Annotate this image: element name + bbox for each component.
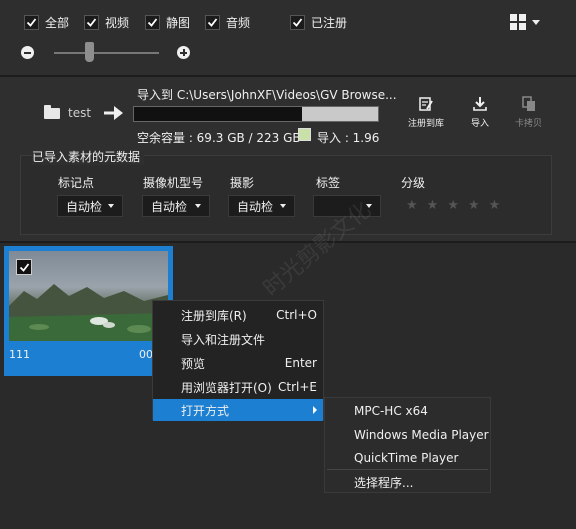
filter-image-label: 静图 xyxy=(166,15,191,30)
filter-registered[interactable]: 已注册 xyxy=(290,12,347,32)
chevron-down-icon xyxy=(280,204,286,208)
filter-audio-checkbox[interactable] xyxy=(205,14,220,30)
menu-item-shortcut: Ctrl+E xyxy=(278,380,317,394)
clip-checkbox[interactable] xyxy=(16,259,32,275)
menu-item-label: 导入和注册文件 xyxy=(181,332,266,347)
filter-image[interactable]: 静图 xyxy=(145,12,190,32)
zoom-out-icon[interactable] xyxy=(21,46,34,59)
grid-view-icon xyxy=(510,14,526,30)
register-to-library-button[interactable]: 注册到库 xyxy=(408,96,444,129)
import-button[interactable]: 导入 xyxy=(471,96,489,129)
filter-registered-label: 已注册 xyxy=(311,15,348,30)
card-copy-label: 卡拷贝 xyxy=(515,119,543,129)
star-icon[interactable]: ★ xyxy=(468,199,480,212)
filter-image-checkbox[interactable] xyxy=(145,14,160,30)
menu-item-register[interactable]: 注册到库(R) Ctrl+O xyxy=(153,304,323,326)
filter-all-label: 全部 xyxy=(45,15,70,30)
rating-stars[interactable]: ★ ★ ★ ★ ★ xyxy=(406,199,500,212)
view-mode-button[interactable] xyxy=(510,12,550,32)
star-icon[interactable]: ★ xyxy=(406,199,418,212)
metadata-title: 已导入素材的元数据 xyxy=(32,148,145,165)
filter-all[interactable]: 全部 xyxy=(24,12,69,32)
slider-handle[interactable] xyxy=(85,42,94,62)
marker-select-value: 自动检 xyxy=(66,199,103,214)
submenu-item-quicktime[interactable]: QuickTime Player xyxy=(325,447,490,469)
download-icon xyxy=(473,97,487,111)
menu-item-open-in-browser[interactable]: 用浏览器打开(O) Ctrl+E xyxy=(153,376,323,398)
clip-name: 111 xyxy=(9,348,30,361)
filter-video[interactable]: 视频 xyxy=(84,12,129,32)
star-icon[interactable]: ★ xyxy=(427,199,439,212)
context-menu: 注册到库(R) Ctrl+O 导入和注册文件 预览 Enter 用浏览器打开(O… xyxy=(152,300,324,421)
tag-label: 标签 xyxy=(316,176,341,190)
filter-video-checkbox[interactable] xyxy=(84,14,99,30)
menu-item-shortcut: Ctrl+O xyxy=(276,308,317,322)
submenu-item-mpc-hc[interactable]: MPC-HC x64 xyxy=(325,400,490,422)
menu-item-label: 注册到库(R) xyxy=(181,308,247,323)
menu-item-open-with[interactable]: 打开方式 xyxy=(153,399,323,421)
camera-model-label: 摄像机型号 xyxy=(143,176,204,190)
marker-label: 标记点 xyxy=(58,176,95,190)
filter-video-label: 视频 xyxy=(105,15,130,30)
free-space-text: 空余容量 : 69.3 GB / 223 GB xyxy=(137,131,301,145)
shooter-label: 摄影 xyxy=(230,176,255,190)
filter-audio-label: 音频 xyxy=(226,15,251,30)
check-icon xyxy=(147,17,158,27)
zoom-in-icon[interactable] xyxy=(177,46,190,59)
camera-model-select-value: 自动检 xyxy=(151,199,188,214)
menu-item-preview[interactable]: 预览 Enter xyxy=(153,352,323,374)
register-icon xyxy=(419,97,433,111)
storage-usage-bar xyxy=(133,106,379,122)
check-icon xyxy=(86,17,97,27)
chevron-down-icon xyxy=(195,204,201,208)
menu-item-import-register[interactable]: 导入和注册文件 xyxy=(153,328,323,350)
chevron-down-icon xyxy=(532,19,540,25)
check-icon xyxy=(19,262,29,272)
menu-item-shortcut: Enter xyxy=(284,356,317,370)
menu-item-label: 预览 xyxy=(181,356,206,371)
marker-select[interactable]: 自动检 xyxy=(57,195,123,217)
arrow-right-icon xyxy=(104,106,123,120)
clip-duration: 00 xyxy=(139,348,153,361)
menu-item-label: 打开方式 xyxy=(181,403,230,418)
shooter-select-value: 自动检 xyxy=(237,199,274,214)
clip-thumbnail xyxy=(9,251,168,341)
submenu-item-wmp[interactable]: Windows Media Player xyxy=(325,424,490,446)
star-icon[interactable]: ★ xyxy=(447,199,459,212)
folder-icon xyxy=(44,105,60,119)
camera-model-select[interactable]: 自动检 xyxy=(142,195,210,217)
menu-item-label: 用浏览器打开(O) xyxy=(181,380,272,395)
import-size-swatch xyxy=(298,128,311,141)
filter-audio[interactable]: 音频 xyxy=(205,12,250,32)
check-icon xyxy=(207,17,218,27)
register-label: 注册到库 xyxy=(408,119,445,129)
menu-separator xyxy=(327,469,488,470)
filter-all-checkbox[interactable] xyxy=(24,14,39,30)
submenu-item-choose-program[interactable]: 选择程序... xyxy=(325,471,490,493)
import-destination[interactable]: 导入到 C:\Users\JohnXF\Videos\GV Browse... xyxy=(137,86,397,103)
shooter-select[interactable]: 自动检 xyxy=(228,195,295,217)
chevron-down-icon xyxy=(108,204,114,208)
import-size-text: 导入 : 1.96 xyxy=(317,131,380,145)
storage-usage-fill xyxy=(302,107,378,121)
import-label: 导入 xyxy=(471,119,490,129)
filter-registered-checkbox[interactable] xyxy=(290,14,305,30)
card-copy-button[interactable]: 卡拷贝 xyxy=(515,96,542,129)
source-name: test xyxy=(68,106,92,120)
chevron-right-icon xyxy=(313,406,317,414)
open-with-submenu: MPC-HC x64 Windows Media Player QuickTim… xyxy=(324,397,491,493)
rating-label: 分级 xyxy=(401,176,426,190)
copy-icon xyxy=(521,96,535,111)
thumbnail-size-slider[interactable] xyxy=(54,52,159,54)
check-icon xyxy=(26,17,37,27)
check-icon xyxy=(292,17,303,27)
star-icon[interactable]: ★ xyxy=(489,199,501,212)
